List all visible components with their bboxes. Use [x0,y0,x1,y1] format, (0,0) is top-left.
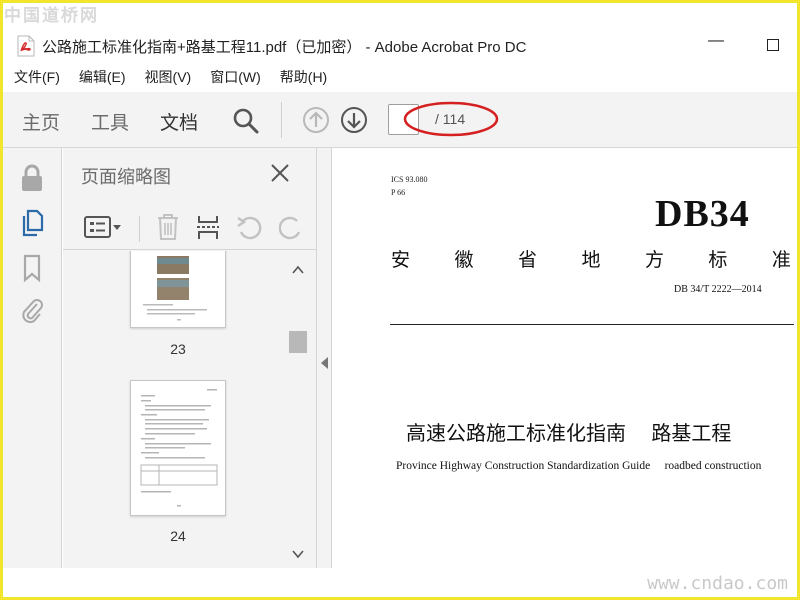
heading-char: 标 [708,249,728,271]
pdf-file-icon [17,35,35,57]
menu-bar: 文件(F) 编辑(E) 视图(V) 窗口(W) 帮助(H) [0,66,800,88]
document-title-chinese: 高速公路施工标准化指南 路基工程 [406,421,732,445]
next-page-icon[interactable] [340,106,368,134]
scroll-down-icon[interactable] [292,549,304,559]
page-23-preview [143,256,207,321]
panel-splitter[interactable] [316,148,332,568]
heading-char: 徽 [454,249,474,271]
maximize-button[interactable] [767,39,779,51]
minimize-button[interactable]: — [708,32,724,50]
close-icon[interactable] [269,162,291,184]
page-thumbnail-24[interactable] [130,380,226,516]
heading-char: 安 [391,249,411,271]
scroll-up-icon[interactable] [292,265,304,275]
menu-help[interactable]: 帮助(H) [280,67,327,87]
extract-page-icon[interactable] [195,212,221,242]
bookmark-icon[interactable] [19,254,45,282]
rotate-counterclockwise-icon[interactable] [235,212,263,242]
panel-title: 页面缩略图 [81,167,171,187]
thumbnail-scrollbar[interactable] [287,251,309,568]
menu-window[interactable]: 窗口(W) [210,67,261,87]
thumbnail-list: 23 24 [63,251,291,568]
ics-code: ICS 93.080 [391,175,428,184]
options-menu-icon[interactable] [83,212,123,242]
horizontal-rule [390,324,794,325]
page-label-23: 23 [170,341,186,357]
document-page: ICS 93.080 P 66 DB34 安 徽 省 地 方 标 准 DB 34… [333,148,800,600]
scrollbar-thumb[interactable] [289,331,307,353]
page-thumbnail-23[interactable] [130,251,226,328]
lock-icon[interactable] [19,164,45,192]
main-toolbar: 主页 工具 文档 / 114 [0,92,800,152]
province-standard-heading: 安 徽 省 地 方 标 准 [391,245,791,272]
tab-home[interactable]: 主页 [22,108,60,135]
tab-document[interactable]: 文档 [160,108,199,152]
heading-char: 方 [644,249,664,271]
page-thumbnails-panel: 页面缩略图 23 24 [63,148,316,568]
menu-file[interactable]: 文件(F) [14,67,60,87]
thumbnail-toolbar [63,204,316,250]
delete-page-icon[interactable] [155,212,181,242]
menu-edit[interactable]: 编辑(E) [79,67,126,87]
document-title-english: Province Highway Construction Standardiz… [396,460,762,472]
standard-prefix: DB34 [655,193,750,235]
title-bar: 公路施工标准化指南+路基工程11.pdf（已加密） - Adobe Acroba… [0,30,800,62]
annotation-ellipse [403,101,499,137]
watermark-bottom: www.cndao.com [647,573,788,594]
page-label-24: 24 [170,528,186,544]
left-navigation-rail [0,148,62,568]
page-thumbnails-icon[interactable] [19,209,45,237]
heading-char: 省 [517,249,537,271]
search-icon[interactable] [232,107,260,135]
heading-char: 准 [771,249,791,271]
menu-view[interactable]: 视图(V) [145,67,192,87]
standard-number: DB 34/T 2222—2014 [674,284,762,295]
window-title: 公路施工标准化指南+路基工程11.pdf（已加密） - Adobe Acroba… [42,38,527,56]
page-24-preview [140,389,218,507]
toolbar-separator [139,216,140,242]
toolbar-divider [281,102,282,138]
tab-tools[interactable]: 工具 [91,108,129,135]
heading-char: 地 [581,249,601,271]
attachment-icon[interactable] [19,296,45,324]
rotate-clockwise-icon[interactable] [279,212,301,242]
collapse-panel-icon[interactable] [320,356,329,370]
previous-page-icon[interactable] [302,106,330,134]
p-code: P 66 [391,188,406,197]
watermark-top: 中国道桥网 [4,6,99,26]
